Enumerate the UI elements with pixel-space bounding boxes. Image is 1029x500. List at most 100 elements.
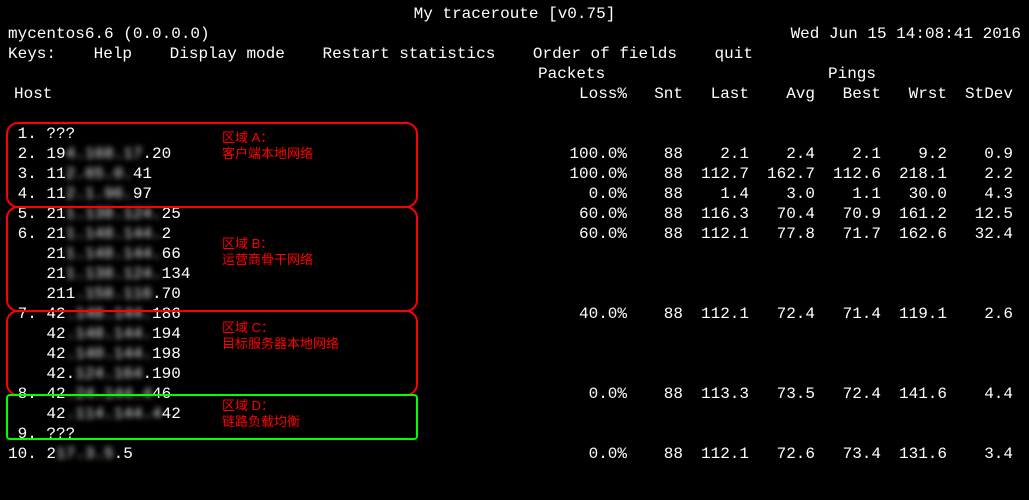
cell-best: 1.1 [815, 184, 881, 204]
menu-order[interactable]: Order of fields [533, 45, 677, 63]
ip-masked: .158.116 [75, 285, 152, 303]
col-host: Host [14, 84, 94, 104]
host-line: mycentos6.6 (0.0.0.0) Wed Jun 15 14:08:4… [8, 24, 1021, 44]
ip-masked: 17.3.5 [56, 445, 114, 463]
hop-row: 8. 42.24.144.4460.0%88113.373.572.4141.6… [8, 384, 1021, 404]
hop-row: 7. 42.148.144.18640.0%88112.172.471.4119… [8, 304, 1021, 324]
menu-quit[interactable]: quit [715, 45, 753, 63]
hop-cell: 211.138.124.134 [8, 264, 208, 284]
hop-row: 42.148.144.194 [8, 324, 1021, 344]
ip-masked: 1.148.144. [66, 245, 162, 263]
cell-last: 112.1 [683, 304, 749, 324]
cell-wrst: 141.6 [881, 384, 947, 404]
cell-loss: 0.0% [557, 384, 627, 404]
menu-restart[interactable]: Restart statistics [322, 45, 495, 63]
menu-display-mode[interactable]: Display mode [170, 45, 285, 63]
cell-wrst: 30.0 [881, 184, 947, 204]
hop-row: 42.140.144.198 [8, 344, 1021, 364]
ip-masked: .148.144. [66, 325, 152, 343]
hop-row: 211.138.124.134 [8, 264, 1021, 284]
cell-best: 71.4 [815, 304, 881, 324]
cell-last: 113.3 [683, 384, 749, 404]
hop-cell: 42.114.144.442 [8, 404, 208, 424]
ip-masked: 4.168.17 [66, 145, 143, 163]
hop-row: 9. ??? [8, 424, 1021, 444]
local-host: mycentos6.6 (0.0.0.0) [8, 24, 210, 44]
pings-header: Pings [828, 64, 876, 84]
col-snt: Snt [627, 84, 683, 104]
ip-masked: .114.144.4 [66, 405, 162, 423]
col-last: Last [683, 84, 749, 104]
cell-wrst: 162.6 [881, 224, 947, 244]
cell-best: 73.4 [815, 444, 881, 464]
cell-avg: 162.7 [749, 164, 815, 184]
hop-row: 211.148.144.66 [8, 244, 1021, 264]
stats-cells: 0.0%88112.172.673.4131.63.4 [557, 444, 1013, 464]
cell-snt: 88 [627, 144, 683, 164]
hop-row: 5. 211.138.124.2560.0%88116.370.470.9161… [8, 204, 1021, 224]
hop-cell: 211.158.116.70 [8, 284, 208, 304]
cell-loss: 40.0% [557, 304, 627, 324]
cell-snt: 88 [627, 164, 683, 184]
cell-loss: 0.0% [557, 184, 627, 204]
cell-loss: 100.0% [557, 164, 627, 184]
cell-snt: 88 [627, 184, 683, 204]
cell-wrst: 119.1 [881, 304, 947, 324]
cell-best: 112.6 [815, 164, 881, 184]
cell-best: 2.1 [815, 144, 881, 164]
ip-masked: .148.144. [66, 305, 152, 323]
cell-stdev: 32.4 [947, 224, 1013, 244]
cell-loss: 60.0% [557, 204, 627, 224]
cell-stdev: 0.9 [947, 144, 1013, 164]
hop-row: 4. 112.1.96.970.0%881.43.01.130.04.3 [8, 184, 1021, 204]
menu-bar: Keys: Help Display mode Restart statisti… [8, 44, 1021, 64]
stats-cells: 60.0%88112.177.871.7162.632.4 [557, 224, 1013, 244]
cell-stdev: 12.5 [947, 204, 1013, 224]
cell-wrst: 9.2 [881, 144, 947, 164]
cell-loss: 0.0% [557, 444, 627, 464]
hop-row: 1. ??? [8, 124, 1021, 144]
hop-cell: 3. 112.65.0.41 [8, 164, 208, 184]
cell-avg: 72.6 [749, 444, 815, 464]
cell-wrst: 218.1 [881, 164, 947, 184]
hop-row: 3. 112.65.0.41100.0%88112.7162.7112.6218… [8, 164, 1021, 184]
hop-cell: 7. 42.148.144.186 [8, 304, 208, 324]
cell-stdev: 4.4 [947, 384, 1013, 404]
timestamp: Wed Jun 15 14:08:41 2016 [791, 24, 1021, 44]
packets-header: Packets [538, 64, 605, 84]
cell-best: 72.4 [815, 384, 881, 404]
cell-loss: 100.0% [557, 144, 627, 164]
stats-cells: 0.0%881.43.01.130.04.3 [557, 184, 1013, 204]
cell-avg: 70.4 [749, 204, 815, 224]
ip-masked: 1.148.144. [66, 225, 162, 243]
hop-cell: 5. 211.138.124.25 [8, 204, 208, 224]
ip-masked: .140.144. [66, 345, 152, 363]
hop-row: 6. 211.148.144.260.0%88112.177.871.7162.… [8, 224, 1021, 244]
cell-loss: 60.0% [557, 224, 627, 244]
cell-snt: 88 [627, 304, 683, 324]
col-stdev: StDev [947, 84, 1013, 104]
cell-last: 2.1 [683, 144, 749, 164]
cell-best: 71.7 [815, 224, 881, 244]
terminal: My traceroute [v0.75] mycentos6.6 (0.0.0… [0, 0, 1029, 500]
stats-cells: 0.0%88113.373.572.4141.64.4 [557, 384, 1013, 404]
menu-keys: Keys: [8, 45, 56, 63]
cell-snt: 88 [627, 224, 683, 244]
ip-masked: 2.1.96. [66, 185, 133, 203]
cell-snt: 88 [627, 204, 683, 224]
cell-avg: 3.0 [749, 184, 815, 204]
cell-snt: 88 [627, 444, 683, 464]
col-best: Best [815, 84, 881, 104]
hop-row: 42.114.144.442 [8, 404, 1021, 424]
hop-row: 42.124.164.190 [8, 364, 1021, 384]
hop-cell: 9. ??? [8, 424, 208, 444]
menu-help[interactable]: Help [94, 45, 132, 63]
col-avg: Avg [749, 84, 815, 104]
cell-best: 70.9 [815, 204, 881, 224]
ip-masked: 124.164 [75, 365, 142, 383]
col-loss: Loss% [561, 84, 627, 104]
cell-last: 1.4 [683, 184, 749, 204]
hop-row: 211.158.116.70 [8, 284, 1021, 304]
ip-masked: 2.65.0. [66, 165, 133, 183]
cell-stdev: 3.4 [947, 444, 1013, 464]
